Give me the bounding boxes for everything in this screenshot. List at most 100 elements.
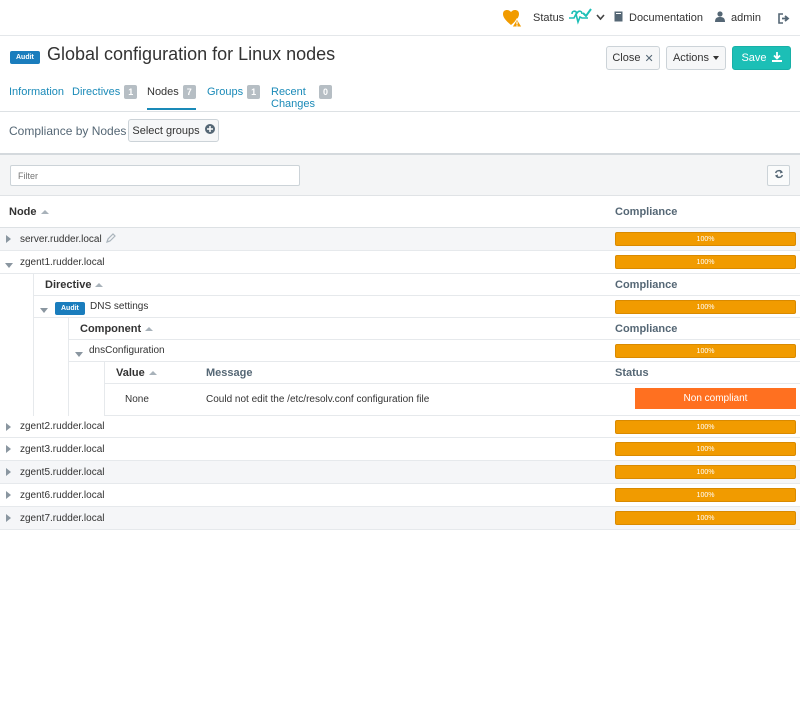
message-text: Could not edit the /etc/resolv.conf conf… [206,394,430,405]
collapse-icon[interactable] [5,260,13,271]
top-navbar: Status Documentation admin [0,0,800,36]
compliance-bar: 100% [615,232,796,246]
save-button[interactable]: Save [732,46,791,70]
node-name[interactable]: zgent5.rudder.local [20,467,105,478]
compliance-toolbar: Compliance by Nodes Select groups [0,111,800,155]
value-column-header[interactable]: Value [116,367,157,379]
download-icon [771,51,782,65]
select-groups-label: Select groups [132,124,200,137]
value-text: None [125,394,149,405]
tab-label: Information [9,86,65,98]
table-row[interactable]: Audit DNS settings 100% [34,296,800,318]
status-menu[interactable]: Status [533,0,605,36]
value-table-header: Value Message Status [105,362,800,384]
tab-information[interactable]: Information [9,86,64,110]
table-row[interactable]: zgent3.rudder.local 100% [0,438,800,461]
expand-icon[interactable] [6,514,11,525]
table-row[interactable]: dnsConfiguration 100% [69,340,800,362]
compliance-bar: 100% [615,300,796,314]
table-row[interactable]: zgent6.rudder.local 100% [0,484,800,507]
component-table-header: Component Compliance [69,318,800,340]
compliance-bar: 100% [615,465,796,479]
tab-recent-changes[interactable]: Recent Changes 0 [271,85,333,110]
node-name[interactable]: zgent1.rudder.local [20,257,105,268]
status-warning-icon[interactable] [502,0,524,36]
tab-groups[interactable]: Groups 1 [207,85,261,110]
user-label: admin [731,12,761,24]
component-name[interactable]: dnsConfiguration [89,345,165,356]
compliance-bar: 100% [615,442,796,456]
table-header: Node Compliance [0,197,800,228]
documentation-link[interactable]: Documentation [614,0,703,36]
collapse-icon[interactable] [40,305,48,316]
status-badge: Non compliant [635,388,796,409]
edit-pencil-icon[interactable] [106,233,116,246]
directive-column-header[interactable]: Directive [45,279,104,291]
book-icon [614,11,623,25]
message-column-header[interactable]: Message [206,367,252,379]
plus-circle-icon [204,124,215,137]
table-row[interactable]: zgent2.rudder.local 100% [0,416,800,438]
actions-button[interactable]: Actions [666,46,726,70]
close-button[interactable]: Close ✕ [606,46,660,70]
compliance-column-header[interactable]: Compliance [615,279,677,291]
table-row[interactable]: zgent1.rudder.local 100% [0,251,800,274]
expand-icon[interactable] [6,445,11,456]
close-icon: ✕ [644,52,654,65]
sort-asc-icon [145,327,154,332]
directive-table-header: Directive Compliance [34,274,800,296]
node-name[interactable]: zgent2.rudder.local [20,421,105,432]
component-header-label: Component [80,323,142,335]
compliance-bar: 100% [615,511,796,525]
compliance-column-header[interactable]: Compliance [615,323,677,335]
compliance-bar: 100% [615,255,796,269]
refresh-icon [774,169,784,182]
directive-name[interactable]: DNS settings [90,301,148,312]
expand-icon[interactable] [6,423,11,434]
filter-input[interactable] [10,165,300,186]
table-row[interactable]: zgent5.rudder.local 100% [0,461,800,484]
expand-icon[interactable] [6,491,11,502]
compliance-bar: 100% [615,344,796,358]
compliance-column-header[interactable]: Compliance [615,206,677,218]
node-column-header[interactable]: Node [9,206,49,218]
expand-icon[interactable] [6,468,11,479]
sort-asc-icon [95,283,104,288]
node-name[interactable]: zgent7.rudder.local [20,513,105,524]
actions-button-label: Actions [672,52,710,64]
logout-icon[interactable] [778,0,790,36]
node-header-label: Node [9,206,37,218]
table-row[interactable]: zgent7.rudder.local 100% [0,507,800,530]
component-column-header[interactable]: Component [80,323,154,335]
node-name[interactable]: server.rudder.local [20,234,102,245]
count-badge: 1 [124,85,138,99]
sort-asc-icon [148,371,157,376]
select-groups-button[interactable]: Select groups [128,119,219,142]
tab-directives[interactable]: Directives 1 [72,85,138,110]
expand-icon[interactable] [6,235,11,246]
page-title: Global configuration for Linux nodes [47,44,336,64]
heartbeat-check-icon [568,7,593,29]
status-column-header[interactable]: Status [615,367,649,379]
compliance-bar: 100% [615,420,796,434]
caret-down-icon [713,56,720,60]
node-name[interactable]: zgent6.rudder.local [20,490,105,501]
tab-label: Directives [72,86,121,98]
directive-header-label: Directive [45,279,92,291]
refresh-button[interactable] [767,165,790,186]
tab-nodes[interactable]: Nodes 7 [147,85,196,110]
table-row[interactable]: server.rudder.local 100% [0,228,800,251]
node-name[interactable]: zgent3.rudder.local [20,444,105,455]
audit-badge: Audit [55,302,85,315]
count-badge: 1 [247,85,261,99]
sort-asc-icon [40,210,49,215]
tab-label: Groups [207,86,244,98]
user-icon [715,11,725,25]
user-menu[interactable]: admin [715,0,761,36]
compliance-bar: 100% [615,488,796,502]
chevron-down-icon [596,12,605,24]
close-button-label: Close [612,52,641,64]
count-badge: 7 [182,85,196,99]
count-badge: 0 [319,85,333,99]
collapse-icon[interactable] [75,349,83,360]
